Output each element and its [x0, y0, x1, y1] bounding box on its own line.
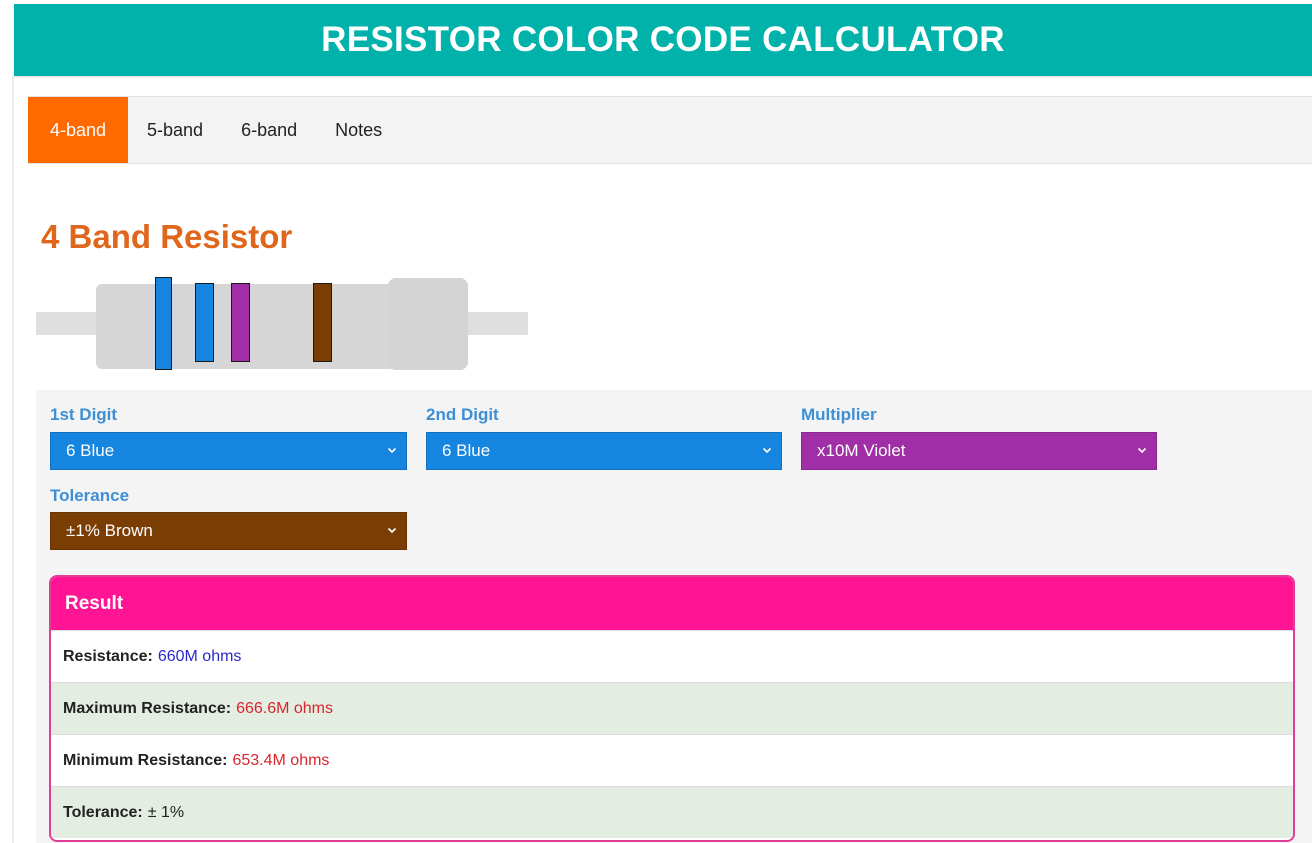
- tolerance-value: ±1% Brown: [66, 521, 153, 540]
- tolerance-select[interactable]: ±1% Brown: [50, 512, 407, 550]
- resistor-end-cap: [388, 278, 468, 370]
- min-resistance-row: Minimum Resistance: 653.4M ohms: [51, 734, 1293, 786]
- resistance-value: 660M ohms: [157, 647, 242, 665]
- chevron-down-icon: [387, 527, 397, 534]
- tolerance-row: Tolerance: ± 1%: [51, 786, 1293, 838]
- multiplier-value: x10M Violet: [817, 441, 906, 460]
- app-header: RESISTOR COLOR CODE CALCULATOR: [14, 4, 1312, 76]
- tolerance-label: Tolerance: [50, 486, 130, 505]
- min-resistance-value: 653.4M ohms: [232, 751, 330, 769]
- page-edge: [12, 76, 14, 843]
- result-card: Result Resistance: 660M ohms Maximum Res…: [49, 575, 1295, 842]
- resistor-band-1: [155, 277, 172, 370]
- second-digit-value: 6 Blue: [442, 441, 491, 460]
- first-digit-label: 1st Digit: [50, 405, 118, 424]
- first-digit-value: 6 Blue: [66, 441, 115, 460]
- tolerance-result-label: Tolerance:: [63, 803, 143, 821]
- min-resistance-label: Minimum Resistance:: [63, 751, 228, 769]
- tolerance-result-value: ± 1%: [147, 803, 185, 821]
- max-resistance-value: 666.6M ohms: [236, 699, 333, 717]
- result-title: Result: [51, 577, 1293, 630]
- chevron-down-icon: [1137, 447, 1147, 454]
- chevron-down-icon: [387, 447, 397, 454]
- resistor-band-4: [313, 283, 332, 362]
- multiplier-select[interactable]: x10M Violet: [801, 432, 1157, 470]
- resistor-diagram: [36, 274, 531, 374]
- app-title: RESISTOR COLOR CODE CALCULATOR: [321, 20, 1005, 59]
- resistance-label: Resistance:: [63, 647, 153, 665]
- tab-notes[interactable]: Notes: [316, 97, 401, 163]
- resistor-band-2: [195, 283, 214, 362]
- second-digit-label: 2nd Digit: [426, 405, 499, 424]
- resistance-row: Resistance: 660M ohms: [51, 630, 1293, 682]
- first-digit-select[interactable]: 6 Blue: [50, 432, 407, 470]
- tab-bar: 4-band 5-band 6-band Notes: [28, 96, 1312, 164]
- max-resistance-label: Maximum Resistance:: [63, 699, 232, 717]
- section-title: 4 Band Resistor: [41, 218, 293, 255]
- tab-4-band[interactable]: 4-band: [28, 97, 128, 163]
- tab-5-band[interactable]: 5-band: [128, 97, 222, 163]
- multiplier-label: Multiplier: [801, 405, 877, 424]
- second-digit-select[interactable]: 6 Blue: [426, 432, 782, 470]
- tab-6-band[interactable]: 6-band: [222, 97, 316, 163]
- chevron-down-icon: [762, 447, 772, 454]
- max-resistance-row: Maximum Resistance: 666.6M ohms: [51, 682, 1293, 734]
- resistor-band-3: [231, 283, 250, 362]
